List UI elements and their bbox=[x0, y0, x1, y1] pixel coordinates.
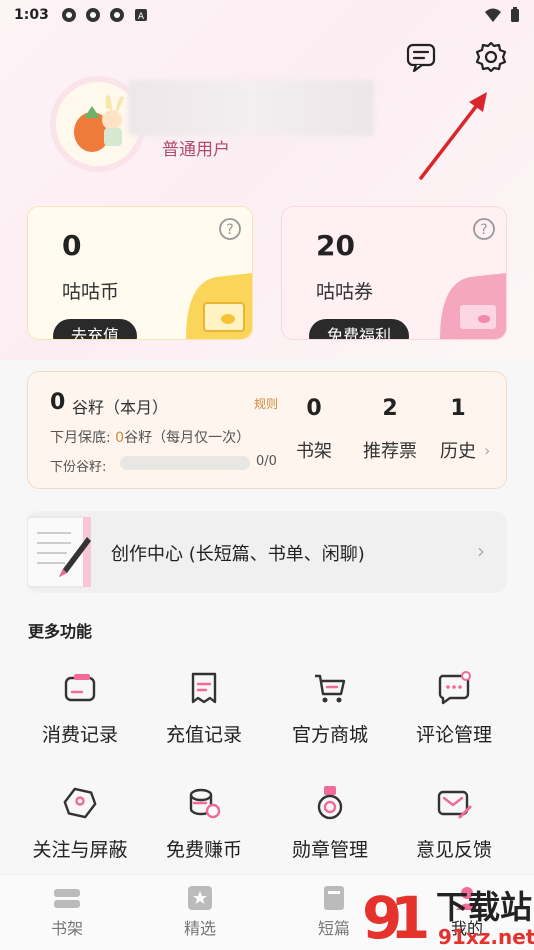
notebook-pen-icon bbox=[27, 516, 91, 588]
wifi-icon bbox=[485, 8, 501, 22]
stat-bookshelf[interactable]: 0 书架 bbox=[296, 396, 332, 463]
more-functions-title: 更多功能 bbox=[28, 622, 93, 641]
tab-featured[interactable]: 精选 bbox=[160, 883, 240, 939]
help-icon[interactable]: ? bbox=[218, 217, 242, 241]
coin-count: 0 bbox=[62, 229, 82, 262]
coin-card[interactable]: 0 咕咕币 ? 去充值 bbox=[27, 206, 253, 340]
svg-text:A: A bbox=[138, 12, 145, 22]
chevron-right-icon: › bbox=[477, 539, 485, 563]
svg-text:下载站: 下载站 bbox=[436, 888, 532, 926]
svg-text:1: 1 bbox=[390, 884, 430, 950]
svg-text:?: ? bbox=[226, 222, 233, 238]
tab-bookshelf[interactable]: 书架 bbox=[27, 883, 107, 939]
app-notification-icon bbox=[109, 8, 124, 22]
svg-text:?: ? bbox=[480, 222, 487, 238]
cart-icon bbox=[315, 674, 346, 703]
app-notification-icon bbox=[85, 8, 100, 22]
seeds-progress-text: 0/0 bbox=[256, 454, 277, 469]
battery-icon bbox=[511, 7, 519, 22]
stat-recommend-tickets[interactable]: 2 推荐票 bbox=[363, 396, 417, 463]
annotation-arrow-icon bbox=[419, 92, 487, 180]
voucher-label: 咕咕券 bbox=[316, 281, 374, 303]
app-a-icon: A bbox=[134, 9, 147, 22]
stat-history[interactable]: 1 历史 bbox=[440, 396, 476, 463]
voucher-count: 20 bbox=[316, 229, 355, 262]
func-recharge-records[interactable]: 充值记录 bbox=[149, 668, 259, 758]
settings-icon[interactable] bbox=[474, 40, 508, 74]
seeds-guarantee: 下月保底: 0谷籽（每月仅一次） bbox=[50, 430, 251, 446]
func-comment-management[interactable]: 评论管理 bbox=[399, 668, 509, 758]
coin-card-decoration-icon bbox=[186, 273, 252, 339]
book-icon bbox=[324, 886, 344, 910]
seeds-title: 谷籽（本月） bbox=[72, 398, 169, 417]
app-notification-icon bbox=[61, 8, 76, 22]
receipt-icon bbox=[191, 672, 217, 704]
comment-icon bbox=[438, 671, 471, 705]
chevron-right-icon: › bbox=[484, 441, 491, 460]
status-time: 1:03 bbox=[14, 7, 49, 23]
seeds-panel: 0 谷籽（本月） 规则 下月保底: 0谷籽（每月仅一次） 下份谷籽: 0/0 0… bbox=[27, 371, 507, 489]
site-watermark-logo: 9 1 下载站 91xz.net bbox=[362, 884, 534, 950]
message-icon[interactable] bbox=[404, 40, 438, 74]
func-official-store[interactable]: 官方商城 bbox=[275, 668, 385, 758]
func-earn-coins[interactable]: 免费赚币 bbox=[149, 783, 259, 873]
coin-label: 咕咕币 bbox=[62, 281, 120, 303]
func-feedback[interactable]: 意见反馈 bbox=[399, 783, 509, 873]
recharge-button[interactable]: 去充值 bbox=[53, 319, 137, 339]
func-follow-block[interactable]: 关注与屏蔽 bbox=[25, 783, 135, 873]
feedback-icon bbox=[437, 790, 472, 819]
free-benefits-button[interactable]: 免费福利 bbox=[309, 319, 409, 339]
username-blurred bbox=[128, 80, 374, 136]
wallet-icon bbox=[64, 674, 96, 702]
featured-star-icon bbox=[188, 886, 212, 910]
voucher-card[interactable]: 20 咕咕券 ? 免费福利 bbox=[281, 206, 507, 340]
func-medal-management[interactable]: 勋章管理 bbox=[275, 783, 385, 873]
voucher-card-decoration-icon bbox=[440, 273, 506, 339]
seeds-progress-bar bbox=[120, 456, 250, 470]
svg-text:91xz.net: 91xz.net bbox=[438, 925, 534, 949]
status-bar: 1:03 A bbox=[0, 0, 534, 30]
bookshelf-icon bbox=[54, 889, 80, 908]
func-consumption-records[interactable]: 消费记录 bbox=[25, 668, 135, 758]
seeds-count: 0 bbox=[50, 390, 66, 415]
seeds-rule-link[interactable]: 规则 bbox=[254, 395, 278, 412]
medal-icon bbox=[317, 786, 343, 820]
seeds-next-label: 下份谷籽: bbox=[50, 460, 107, 475]
user-type-label: 普通用户 bbox=[162, 140, 230, 160]
creator-center-label: 创作中心 (长短篇、书单、闲聊) bbox=[111, 544, 365, 565]
help-icon[interactable]: ? bbox=[472, 217, 496, 241]
coins-icon bbox=[189, 788, 221, 819]
tag-icon bbox=[63, 787, 97, 819]
creator-center-entry[interactable]: 创作中心 (长短篇、书单、闲聊) › bbox=[27, 511, 507, 593]
